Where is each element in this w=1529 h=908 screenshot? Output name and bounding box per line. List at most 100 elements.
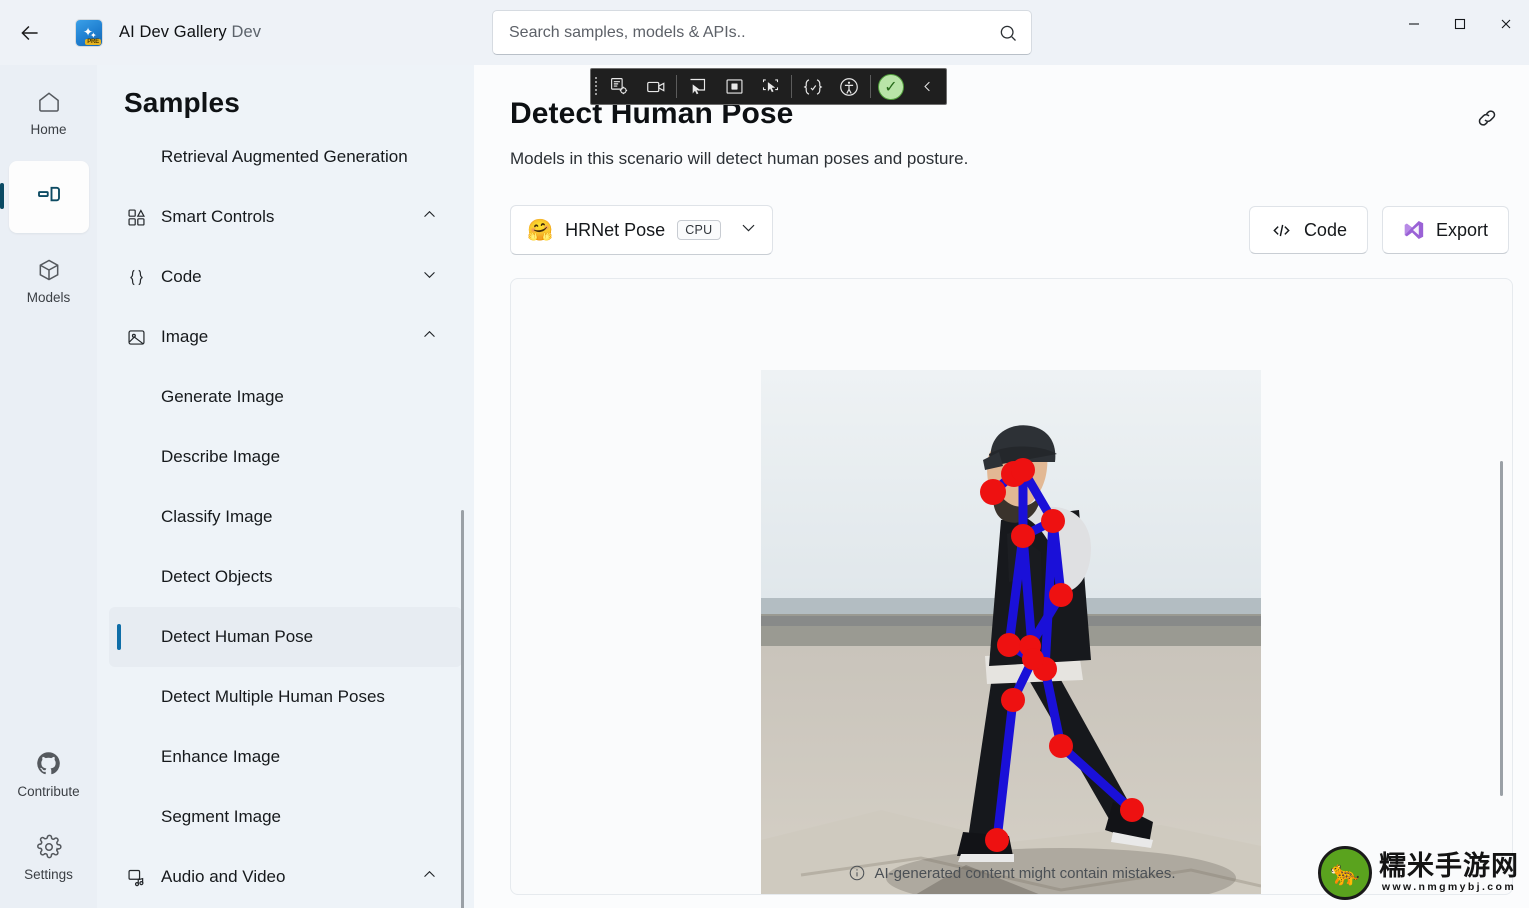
copy-link-button[interactable]: [1467, 100, 1507, 136]
nav-item-classify-image[interactable]: Classify Image: [109, 487, 462, 547]
code-button[interactable]: Code: [1249, 206, 1368, 254]
ai-disclaimer-text: AI-generated content might contain mista…: [875, 865, 1176, 882]
rail-item-models-label: Models: [27, 290, 71, 305]
rail-item-home-label: Home: [30, 122, 66, 137]
rail-item-settings[interactable]: Settings: [9, 822, 89, 894]
pose-keypoint-right-elbow: [1049, 583, 1073, 607]
nav-scrollbar-thumb[interactable]: [461, 510, 464, 908]
maximize-icon: [1453, 17, 1467, 31]
select-in-live-tree-icon[interactable]: [753, 70, 790, 103]
status-ok-icon[interactable]: ✓: [873, 70, 910, 103]
hugging-face-icon: 🤗: [527, 220, 553, 241]
leopard-icon: 🐆: [1330, 859, 1360, 888]
rail-item-contribute-label: Contribute: [17, 784, 79, 799]
nav-group-label: Image: [161, 327, 208, 347]
pose-keypoint-left-knee: [1001, 688, 1025, 712]
back-button[interactable]: [6, 13, 54, 53]
home-icon: [36, 89, 62, 115]
navigation-rail: Home Models Contribute: [0, 65, 97, 908]
chevron-down-icon[interactable]: [421, 266, 438, 288]
accessibility-icon[interactable]: [831, 70, 868, 103]
toolbar-separator: [870, 75, 871, 98]
record-video-icon[interactable]: [638, 70, 675, 103]
nav-item-generate-image[interactable]: Generate Image: [109, 367, 462, 427]
nav-group-smart-controls[interactable]: Smart Controls: [109, 187, 462, 247]
code-brackets-icon: [1270, 219, 1293, 242]
result-panel: AI-generated content might contain mista…: [510, 278, 1513, 895]
search-input[interactable]: [509, 24, 998, 42]
close-icon: [1499, 17, 1513, 31]
xaml-hot-reload-icon[interactable]: [794, 70, 831, 103]
export-button[interactable]: Export: [1382, 206, 1509, 254]
nav-item-label: Classify Image: [161, 507, 272, 527]
nav-group-image[interactable]: Image: [109, 307, 462, 367]
chevron-up-icon[interactable]: [421, 326, 438, 348]
chevron-down-icon[interactable]: [739, 218, 758, 242]
samples-title: Samples: [97, 65, 474, 125]
rail-item-models[interactable]: Models: [9, 245, 89, 317]
toolbar-drag-handle[interactable]: [591, 69, 601, 104]
nav-group-label: Smart Controls: [161, 207, 274, 227]
pose-keypoint-left-shoulder: [1011, 524, 1035, 548]
toolbar-separator: [791, 75, 792, 98]
rail-item-settings-label: Settings: [24, 867, 73, 882]
nav-item-segment-image[interactable]: Segment Image: [109, 787, 462, 847]
nav-item-enhance-image[interactable]: Enhance Image: [109, 727, 462, 787]
pose-overlay-svg: [761, 370, 1261, 895]
export-button-label: Export: [1436, 220, 1488, 241]
arrow-left-icon: [17, 20, 43, 46]
info-icon: [848, 864, 866, 882]
model-picker-dropdown[interactable]: 🤗 HRNet Pose CPU: [510, 205, 773, 255]
collapse-toolbar-icon[interactable]: [909, 70, 946, 103]
window-controls: [1391, 0, 1529, 48]
nav-group-audio-and-video[interactable]: Audio and Video: [109, 847, 462, 907]
nav-item-retrieval-augmented-generation[interactable]: Retrieval Augmented Generation: [109, 127, 462, 187]
highlight-element-icon[interactable]: [716, 70, 753, 103]
visual-studio-icon: [1403, 219, 1425, 241]
pose-result-image[interactable]: [761, 370, 1261, 895]
nav-item-label: Detect Objects: [161, 567, 273, 587]
nav-item-label: Detect Human Pose: [161, 627, 313, 647]
site-watermark: 🐆 糯米手游网 www.nmgmybj.com: [1318, 846, 1519, 900]
result-scrollbar-thumb[interactable]: [1500, 461, 1503, 796]
app-window: ✦ ✦ PRE AI Dev Gallery Dev: [0, 0, 1529, 908]
watermark-brand: 糯米手游网: [1379, 853, 1519, 881]
rail-item-samples[interactable]: [9, 161, 89, 233]
gear-icon: [36, 834, 62, 860]
close-button[interactable]: [1483, 0, 1529, 48]
app-title: AI Dev Gallery Dev: [119, 23, 261, 42]
nav-item-detect-multiple-human-poses[interactable]: Detect Multiple Human Poses: [109, 667, 462, 727]
rail-item-home[interactable]: Home: [9, 77, 89, 149]
braces-icon: [123, 267, 149, 288]
watermark-mascot-icon: 🐆: [1318, 846, 1372, 900]
nav-item-detect-human-pose[interactable]: Detect Human Pose: [109, 607, 462, 667]
model-toolbar: 🤗 HRNet Pose CPU Code: [510, 204, 1509, 256]
chevron-up-icon[interactable]: [421, 206, 438, 228]
search-box[interactable]: [492, 10, 1032, 55]
samples-icon: [34, 179, 64, 209]
app-channel: Dev: [231, 23, 261, 41]
minimize-button[interactable]: [1391, 0, 1437, 48]
debug-overlay-toolbar[interactable]: ✓: [590, 68, 947, 105]
nav-item-label: Segment Image: [161, 807, 281, 827]
title-bar: ✦ ✦ PRE AI Dev Gallery Dev: [0, 0, 1529, 65]
link-icon: [1474, 105, 1500, 131]
rail-bottom-group: Contribute Settings: [9, 726, 89, 894]
content-actions: Code Export: [1249, 206, 1509, 254]
inspect-properties-icon[interactable]: [601, 70, 638, 103]
select-element-icon[interactable]: [679, 70, 716, 103]
nav-group-code[interactable]: Code: [109, 247, 462, 307]
maximize-button[interactable]: [1437, 0, 1483, 48]
nav-selection-indicator: [117, 624, 121, 650]
nav-group-label: Audio and Video: [161, 867, 285, 887]
pose-keypoint-right-ankle: [1120, 798, 1144, 822]
app-logo-icon: ✦ ✦ PRE: [76, 20, 102, 46]
nav-item-describe-image[interactable]: Describe Image: [109, 427, 462, 487]
chevron-up-icon[interactable]: [421, 866, 438, 888]
nav-item-detect-objects[interactable]: Detect Objects: [109, 547, 462, 607]
nav-item-label: Retrieval Augmented Generation: [161, 147, 408, 167]
check-circle-icon: ✓: [878, 74, 904, 100]
nav-item-label: Enhance Image: [161, 747, 280, 767]
rail-item-contribute[interactable]: Contribute: [9, 738, 89, 810]
audio-video-icon: [123, 867, 149, 888]
